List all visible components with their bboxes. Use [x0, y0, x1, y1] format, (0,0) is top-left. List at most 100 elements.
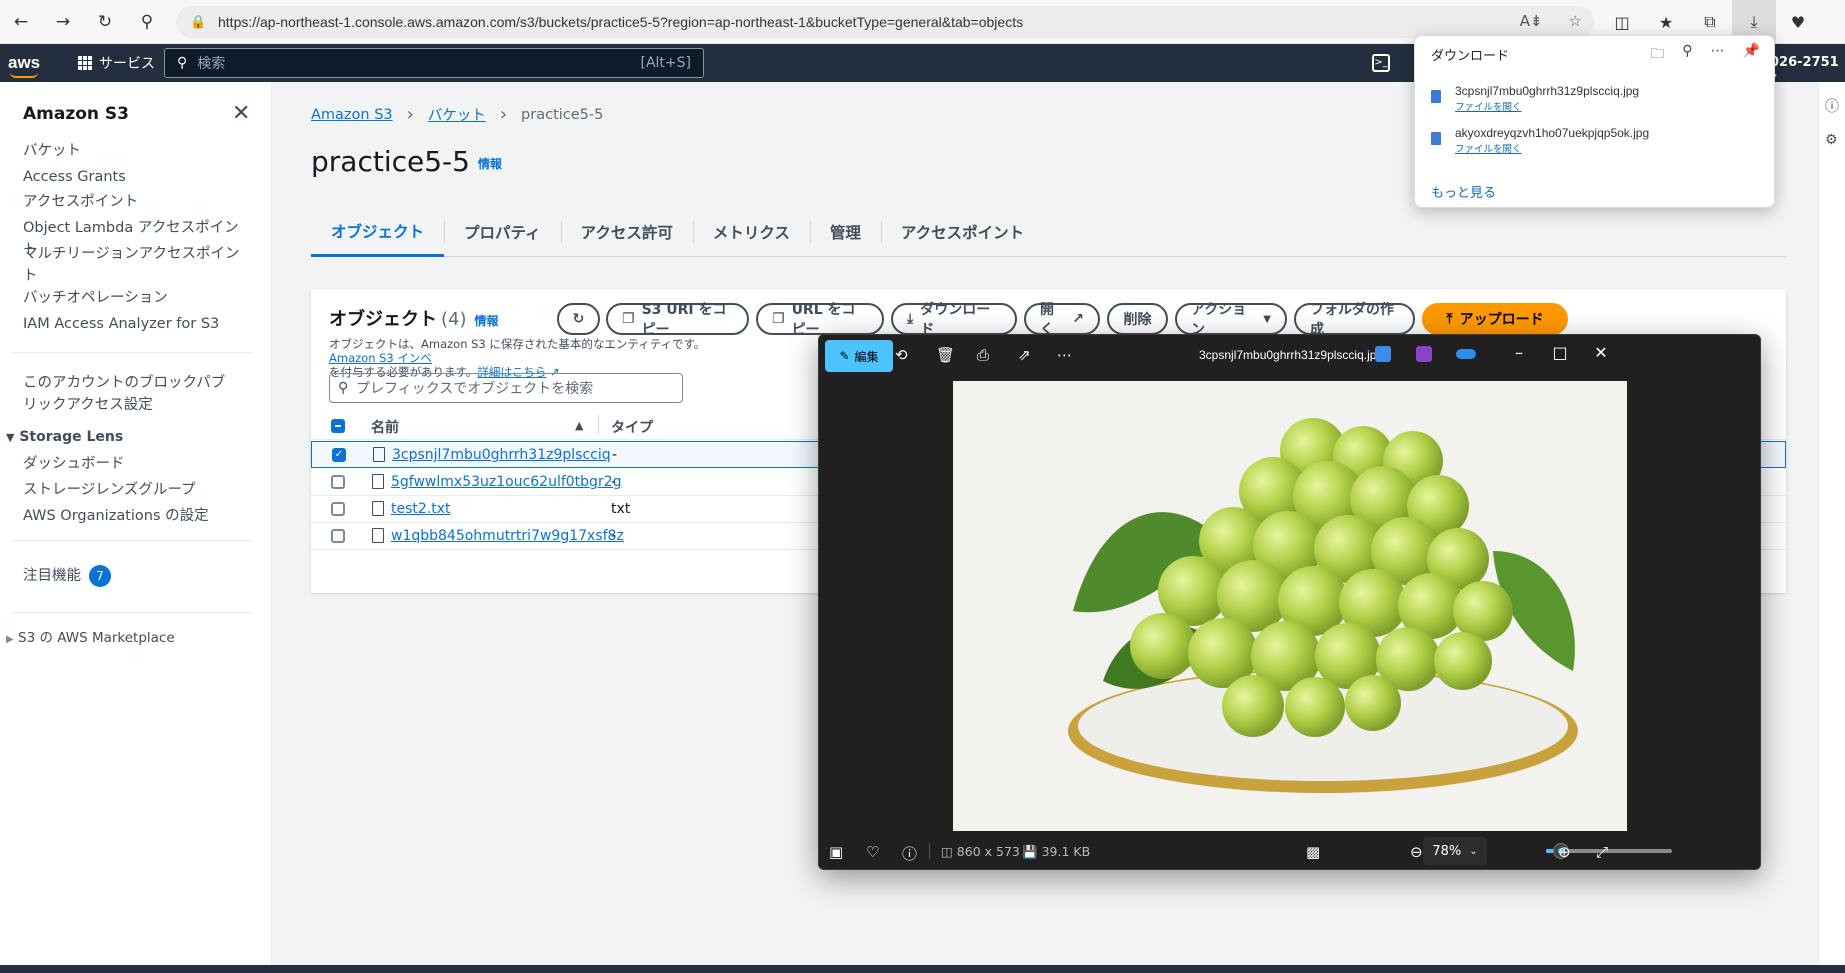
clipchamp-icon[interactable]	[1416, 346, 1432, 362]
sidebar-item-buckets[interactable]: バケット	[23, 140, 243, 162]
sidebar-item-multi-region[interactable]: マルチリージョンアクセスポイント	[23, 243, 241, 287]
file-icon	[372, 474, 384, 489]
create-folder-button[interactable]: フォルダの作成	[1294, 302, 1415, 338]
row-checkbox[interactable]	[331, 475, 345, 489]
sidebar-item-dashboards[interactable]: ダッシュボード	[23, 453, 243, 475]
minimize-icon[interactable]: –	[1504, 343, 1534, 362]
more-icon[interactable]: ⋯	[1057, 346, 1072, 364]
favorite-star-icon[interactable]: ☆	[1569, 12, 1582, 30]
info-link[interactable]: 情報	[478, 157, 502, 171]
tab-properties[interactable]: プロパティ	[444, 207, 561, 257]
delete-button[interactable]: 削除	[1107, 303, 1168, 335]
edit-button[interactable]: ✎ 編集	[825, 340, 893, 372]
search-shortcut: [Alt+S]	[640, 55, 692, 71]
sidebar-item-access-grants[interactable]: Access Grants	[23, 166, 243, 188]
info-icon[interactable]: ⓘ	[902, 843, 917, 864]
sidebar-item-iam-access-analyzer[interactable]: IAM Access Analyzer for S3	[23, 313, 243, 335]
grid-icon	[78, 56, 92, 70]
fullscreen-icon[interactable]: ⤢	[1596, 843, 1608, 861]
close-icon[interactable]: ✕	[1586, 343, 1616, 362]
sidebar-item-block-public-access[interactable]: このアカウントのブロックパブリックアクセス設定	[23, 372, 239, 416]
share-icon[interactable]: ⇗	[1018, 346, 1031, 364]
tab-permissions[interactable]: アクセス許可	[560, 207, 693, 257]
onedrive-icon[interactable]	[1456, 349, 1476, 359]
filmstrip-icon[interactable]: ▣	[829, 843, 843, 861]
maximize-icon[interactable]: □	[1545, 343, 1575, 362]
search-icon[interactable]: ⚲	[126, 0, 168, 44]
sidebar-item-marketplace[interactable]: ▶ S3 の AWS Marketplace	[6, 627, 226, 651]
tab-management[interactable]: 管理	[809, 207, 881, 257]
folder-icon[interactable]: 🗀	[1650, 43, 1664, 67]
address-bar[interactable]: 🔒 https://ap-northeast-1.console.aws.ama…	[176, 6, 1594, 38]
download-button[interactable]: ⤓ ダウンロード	[891, 302, 1017, 338]
tab-metrics[interactable]: メトリクス	[692, 207, 810, 257]
tab-access-points[interactable]: アクセスポイント	[880, 207, 1044, 257]
breadcrumb-amazon-s3[interactable]: Amazon S3	[311, 107, 393, 123]
browser-essentials-icon[interactable]: ♥	[1776, 0, 1820, 44]
column-header-type[interactable]: タイプ	[611, 417, 653, 437]
cloudshell-icon[interactable]: >_	[1372, 54, 1390, 72]
delete-icon[interactable]: 🗑	[936, 346, 955, 364]
fit-to-window-icon[interactable]: ▩	[1306, 843, 1320, 861]
zoom-dropdown[interactable]: 78% ⌄	[1423, 837, 1487, 865]
open-file-link[interactable]: ファイルを開く	[1455, 99, 1522, 113]
grape-photo-graphic	[953, 381, 1627, 831]
sidebar-item-batch-operations[interactable]: バッチオペレーション	[23, 287, 243, 309]
storage-lens-section[interactable]: ▼ Storage Lens	[6, 429, 123, 445]
more-icon[interactable]: ⋯	[1711, 43, 1725, 67]
breadcrumb-current: practice5-5	[521, 106, 604, 123]
column-header-name[interactable]: 名前	[371, 417, 399, 437]
object-name-link[interactable]: test2.txt	[391, 501, 451, 517]
print-icon[interactable]: ⎙	[977, 346, 989, 364]
zoom-out-icon[interactable]: ⊖	[1410, 843, 1423, 861]
sidebar-divider	[12, 612, 252, 613]
object-name-link[interactable]: 5gfwwlmx53uz1ouc62ulf0tbgr2g	[391, 474, 622, 490]
sidebar-item-organizations-settings[interactable]: AWS Organizations の設定	[23, 505, 243, 527]
select-all-checkbox[interactable]	[331, 419, 345, 433]
sort-ascending-icon[interactable]: ▲	[575, 419, 583, 432]
row-checkbox[interactable]: ✓	[332, 448, 346, 462]
breadcrumb-buckets[interactable]: バケット	[428, 104, 486, 125]
sidebar-item-storage-lens-groups[interactable]: ストレージレンズグループ	[23, 479, 243, 501]
account-menu[interactable]: 026-2751 ▾	[1770, 55, 1845, 85]
inventory-link[interactable]: Amazon S3 インベ	[329, 351, 432, 365]
aws-search-input[interactable]: ⚲ 検索 [Alt+S]	[164, 48, 704, 78]
read-aloud-icon[interactable]: A⇟	[1520, 12, 1543, 30]
download-filename: 3cpsnjl7mbu0ghrrh31z9plscciq.jpg	[1455, 84, 1640, 98]
upload-button[interactable]: ⤒ アップロード	[1422, 303, 1568, 335]
featured-count-badge: 7	[89, 565, 111, 587]
paint-app-icon[interactable]	[1375, 346, 1391, 362]
sidebar-item-featured[interactable]: 注目機能 7	[23, 565, 243, 587]
actions-dropdown[interactable]: アクション ▼	[1175, 302, 1287, 338]
see-more-link[interactable]: もっと見る	[1431, 182, 1496, 201]
tab-objects[interactable]: オブジェクト	[311, 207, 445, 257]
refresh-button[interactable]: ↻	[557, 303, 600, 335]
services-menu[interactable]: サービス	[78, 53, 155, 73]
info-panel-icon[interactable]: ⓘ	[1825, 96, 1839, 116]
heart-icon[interactable]: ♡	[866, 843, 879, 861]
row-checkbox[interactable]	[331, 529, 345, 543]
object-search-input[interactable]: ⚲ プレフィックスでオブジェクトを検索	[329, 373, 683, 403]
copy-url-button[interactable]: ❐ URL をコピー	[756, 302, 884, 338]
row-checkbox[interactable]	[331, 502, 345, 516]
object-name-link[interactable]: w1qbb845ohmutrtri7w9g17xsf8z	[391, 528, 624, 544]
sidebar-item-access-points[interactable]: アクセスポイント	[23, 191, 243, 213]
open-button[interactable]: 開く ↗	[1024, 302, 1100, 338]
filesize-readout: 💾 39.1 KB	[1022, 844, 1090, 860]
forward-icon[interactable]: →	[42, 0, 84, 44]
refresh-icon[interactable]: ↻	[84, 0, 126, 44]
object-type: txt	[611, 501, 631, 517]
pin-icon[interactable]: 📌	[1743, 43, 1760, 67]
aws-logo[interactable]: aws	[8, 53, 58, 78]
copy-s3-uri-button[interactable]: ❐ S3 URI をコピー	[606, 302, 749, 338]
zoom-in-icon[interactable]: ⊕	[1558, 843, 1571, 861]
search-icon[interactable]: ⚲	[1682, 43, 1692, 67]
back-icon[interactable]: ←	[0, 0, 42, 44]
object-name-link[interactable]: 3cpsnjl7mbu0ghrrh31z9plscciq	[392, 447, 611, 463]
open-file-link[interactable]: ファイルを開く	[1455, 141, 1522, 155]
grape-photo	[953, 381, 1627, 831]
close-icon[interactable]: ✕	[232, 101, 250, 126]
settings-icon[interactable]: ⚙	[1825, 132, 1838, 148]
rotate-icon[interactable]: ⟲	[895, 346, 908, 364]
info-link[interactable]: 情報	[475, 314, 499, 328]
